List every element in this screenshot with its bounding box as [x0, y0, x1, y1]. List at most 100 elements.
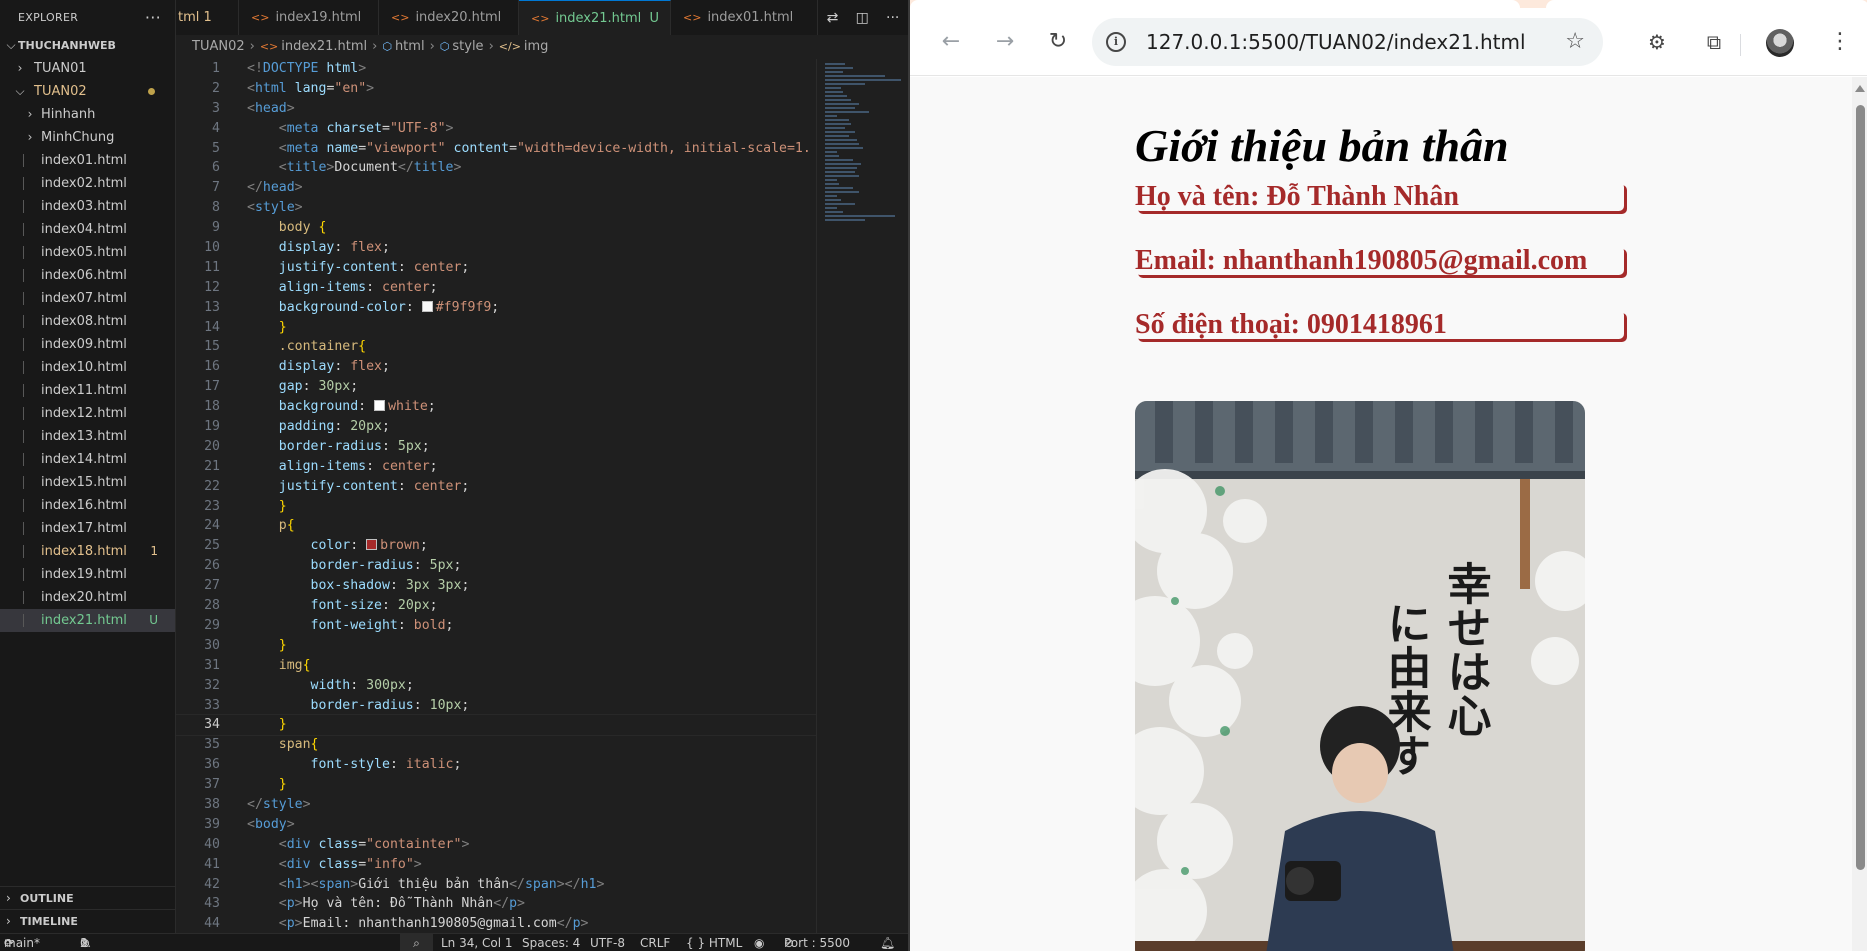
sign-line-1: 幸せは心 — [1440, 561, 1491, 737]
file-item[interactable]: index07.html — [0, 287, 175, 310]
address-bar[interactable]: i 127.0.0.1:5500/TUAN02/index21.html ☆ — [1092, 18, 1603, 66]
file-item[interactable]: index19.html — [0, 563, 175, 586]
bell-icon[interactable]: 🔔︎ — [880, 934, 895, 951]
cursor-position[interactable]: Ln 34, Col 1 — [441, 934, 513, 951]
file-item[interactable]: index03.html — [0, 195, 175, 218]
code-line: 5 <meta name="viewport" content="width=d… — [212, 140, 811, 156]
code-line: 43 <p>Họ và tên: Đỗ Thành Nhân</p> — [204, 896, 525, 912]
compare-changes-icon[interactable]: ⇄ — [827, 10, 839, 26]
code-line: 1 <!DOCTYPE html> — [212, 61, 367, 76]
code-line: 42 <h1><span>Giới thiệu bản thân</span><… — [204, 876, 605, 892]
folder-tuan02[interactable]: ⌵ TUAN02 — [0, 80, 175, 103]
page-heading: Giới thiệu bản thân — [1135, 120, 1509, 171]
tab-index20[interactable]: <> index20.html — [379, 0, 519, 35]
file-item[interactable]: index01.html — [0, 149, 175, 172]
file-item[interactable]: index12.html — [0, 402, 175, 425]
browser-toolbar: ← → ↻ i 127.0.0.1:5500/TUAN02/index21.ht… — [910, 8, 1867, 76]
code-line: 37 } — [204, 777, 287, 793]
file-item[interactable]: index11.html — [0, 379, 175, 402]
code-line: 15 .container{ — [204, 339, 367, 355]
file-item[interactable]: index21.html U — [0, 609, 175, 632]
modified-dot — [148, 88, 155, 95]
breadcrumb-img[interactable]: img — [524, 39, 549, 54]
file-item[interactable]: index05.html — [0, 241, 175, 264]
file-label: index06.html — [41, 268, 127, 283]
file-item[interactable]: index08.html — [0, 310, 175, 333]
element-icon: ⬡ — [439, 40, 450, 53]
minimap[interactable] — [816, 59, 908, 933]
file-item[interactable]: index09.html — [0, 333, 175, 356]
menu-kebab-icon[interactable]: ⋮ — [1826, 28, 1854, 56]
code-line: 40 <div class="containter"> — [204, 836, 470, 852]
tab-previous[interactable]: tml 1 — [176, 0, 239, 35]
folder-minhchung[interactable]: › MinhChung — [0, 126, 175, 149]
breadcrumb-html[interactable]: html — [395, 39, 425, 54]
file-item[interactable]: index16.html — [0, 494, 175, 517]
more-actions-icon[interactable]: ··· — [886, 10, 899, 26]
outline-panel[interactable]: › OUTLINE — [0, 886, 176, 909]
page-scrollbar[interactable] — [1852, 77, 1867, 951]
file-item[interactable]: index13.html — [0, 425, 175, 448]
file-status-badge: U — [149, 613, 158, 627]
indentation[interactable]: Spaces: 4 — [522, 934, 580, 951]
scroll-up-arrow-icon[interactable] — [1855, 85, 1865, 92]
extension-sq-icon[interactable]: ⚙ — [1643, 28, 1671, 56]
file-item[interactable]: index04.html — [0, 218, 175, 241]
forward-icon[interactable]: → — [991, 28, 1019, 56]
chevron-right-icon: › — [6, 914, 11, 928]
code-line: 18 background: white; — [204, 399, 436, 415]
folder-hinhanh[interactable]: › Hinhanh — [0, 103, 175, 126]
language-mode[interactable]: { } HTML — [686, 934, 742, 951]
scroll-thumb[interactable] — [1856, 105, 1865, 870]
copilot-icon[interactable]: ◉ — [754, 934, 764, 951]
folder-label: Hinhanh — [41, 107, 96, 122]
browser-window: ← → ↻ i 127.0.0.1:5500/TUAN02/index21.ht… — [908, 0, 1867, 951]
code-line: 7 </head> — [212, 180, 303, 196]
file-label: index17.html — [41, 521, 127, 536]
file-label: index11.html — [41, 383, 127, 398]
code-line: 39 <body> — [204, 816, 295, 832]
code-line: 6 <title>Document</title> — [212, 160, 462, 176]
reload-icon[interactable]: ↻ — [1044, 28, 1072, 56]
back-icon[interactable]: ← — [937, 28, 965, 56]
code-line: 9 body { — [212, 220, 327, 236]
folder-tuan01[interactable]: › TUAN01 — [0, 57, 175, 80]
info-phone: Số điện thoại: 0901418961 — [1135, 310, 1624, 339]
file-item[interactable]: index06.html — [0, 264, 175, 287]
code-line: 10 display: flex; — [204, 240, 390, 256]
tab-index21[interactable]: <>index21.html U ✕ — [519, 0, 682, 35]
file-item[interactable]: index20.html — [0, 586, 175, 609]
code-line: 19 padding: 20px; — [204, 419, 390, 435]
more-actions-icon[interactable]: ··· — [145, 8, 161, 27]
tab-index01[interactable]: <> index01.html — [671, 0, 818, 35]
zoom-icon[interactable]: ⌕ — [400, 934, 433, 951]
breadcrumb-style[interactable]: style — [452, 39, 483, 54]
folder-label: TUAN01 — [34, 61, 87, 76]
split-editor-icon[interactable]: ◫ — [856, 10, 869, 26]
tab-index19[interactable]: <> index19.html — [239, 0, 379, 35]
line-ending[interactable]: CRLF — [640, 934, 670, 951]
url-text[interactable]: 127.0.0.1:5500/TUAN02/index21.html — [1146, 18, 1526, 66]
file-item[interactable]: index15.html — [0, 471, 175, 494]
code-line: 28 font-size: 20px; — [204, 598, 438, 614]
extensions-puzzle-icon[interactable]: ⧉ — [1700, 28, 1728, 56]
timeline-panel[interactable]: › TIMELINE — [0, 909, 176, 932]
file-label: index20.html — [41, 590, 127, 605]
file-item[interactable]: index14.html — [0, 448, 175, 471]
file-item[interactable]: index17.html — [0, 517, 175, 540]
timeline-label: TIMELINE — [20, 915, 78, 928]
encoding[interactable]: UTF-8 — [590, 934, 625, 951]
file-item[interactable]: index10.html — [0, 356, 175, 379]
bookmark-star-icon[interactable]: ☆ — [1565, 18, 1585, 66]
file-item[interactable]: index18.html 1 — [0, 540, 175, 563]
code-line: 29 font-weight: bold; — [204, 617, 454, 633]
site-info-icon[interactable]: i — [1106, 32, 1126, 52]
breadcrumb-file[interactable]: index21.html — [281, 39, 367, 54]
profile-avatar[interactable] — [1766, 29, 1794, 57]
file-item[interactable]: index02.html — [0, 172, 175, 195]
breadcrumb-folder[interactable]: TUAN02 — [192, 39, 245, 54]
code-line: 4 <meta charset="UTF-8"> — [212, 120, 454, 136]
workspace-folder[interactable]: ⌵ THUCHANHWEB — [0, 34, 175, 57]
code-editor[interactable]: 1 <!DOCTYPE html> 2 <html lang="en"> 3 <hea… — [176, 59, 816, 933]
code-line: 30 } — [204, 637, 287, 653]
